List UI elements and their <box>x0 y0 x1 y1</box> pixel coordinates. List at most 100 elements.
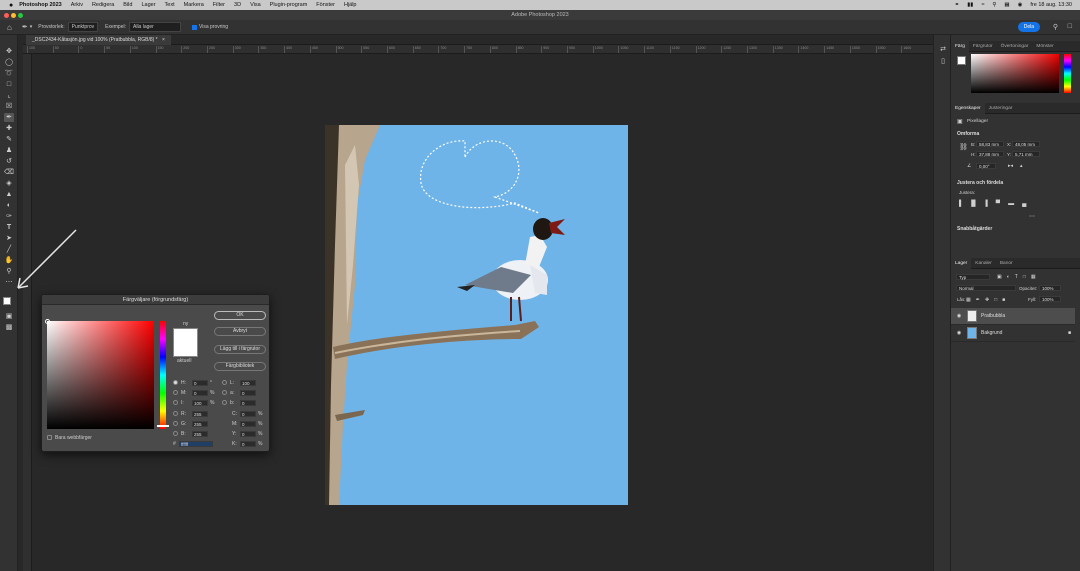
green-input[interactable]: 255 <box>192 421 208 427</box>
cancel-button[interactable]: Avbryt <box>214 327 266 336</box>
hue-input[interactable]: 0 <box>192 380 208 386</box>
tab-properties[interactable]: Egenskaper <box>951 102 985 114</box>
zoom-window-button[interactable] <box>18 13 23 18</box>
layer-name[interactable]: Pratbubbla <box>981 313 1005 319</box>
control-center-icon[interactable]: ▦ <box>1004 2 1009 8</box>
frame-tool-icon[interactable]: ☒ <box>4 102 14 111</box>
menu-3d[interactable]: 3D <box>234 2 241 8</box>
color-field[interactable] <box>45 319 154 429</box>
healing-brush-tool-icon[interactable]: ✚ <box>4 124 14 133</box>
blue-input[interactable]: 255 <box>192 431 208 437</box>
link-icon[interactable]: ⛓ <box>959 143 968 151</box>
lab-b-radio[interactable] <box>222 400 227 405</box>
siri-icon[interactable]: ◉ <box>1018 2 1023 8</box>
lock-artboard-icon[interactable]: □ <box>994 297 997 303</box>
creative-cloud-icon[interactable]: ⚭ <box>955 2 960 8</box>
yellow-input[interactable]: 0 <box>240 431 256 437</box>
history-brush-tool-icon[interactable]: ↺ <box>4 157 14 166</box>
crop-tool-icon[interactable]: ⌞ <box>4 91 14 100</box>
battery-icon[interactable]: ▮▮ <box>967 2 973 8</box>
eyedropper-tool-icon[interactable]: ✒ <box>4 113 14 122</box>
hue-radio[interactable] <box>173 380 178 385</box>
hue-slider[interactable] <box>157 321 169 429</box>
layer-name[interactable]: Bakgrund <box>981 330 1002 336</box>
menu-markera[interactable]: Markera <box>184 2 204 8</box>
blue-radio[interactable] <box>173 431 178 436</box>
clone-stamp-tool-icon[interactable]: ♟ <box>4 146 14 155</box>
align-center-h-icon[interactable]: █ <box>971 201 975 207</box>
layer-row-bakgrund[interactable]: ◉ Bakgrund ■ <box>951 325 1075 342</box>
menu-fonster[interactable]: Fönster <box>316 2 335 8</box>
document-tab[interactable]: _DSC2434-Kåtasjön.jpg vid 100% (Pratbubb… <box>26 35 171 45</box>
document-canvas-photo[interactable] <box>325 125 628 505</box>
menu-app-name[interactable]: Photoshop 2023 <box>19 2 61 8</box>
workspace-icon[interactable]: □ <box>1068 23 1072 30</box>
color-field-cursor[interactable] <box>45 319 50 324</box>
saturation-input[interactable]: 0 <box>192 390 208 396</box>
angle-input[interactable]: 0,00° <box>976 163 996 169</box>
opacity-input[interactable]: 100% <box>1039 285 1061 291</box>
horizontal-ruler[interactable]: 100 50 0 50 100 150 200 250 300 350 400 450 500 550 60… <box>23 45 933 54</box>
object-select-tool-icon[interactable]: □ <box>4 80 14 89</box>
tab-gradients[interactable]: Övertoningar <box>997 41 1033 52</box>
home-icon[interactable]: ⌂ <box>7 23 12 32</box>
share-button[interactable]: Dela <box>1017 22 1040 32</box>
sample-layers-select[interactable]: Alla lager <box>129 22 181 32</box>
hex-input[interactable]: ffffff <box>179 441 213 447</box>
add-to-swatches-button[interactable]: Lägg till i färgrutor <box>214 345 266 354</box>
screen-mode-icon[interactable]: ▩ <box>4 323 14 332</box>
y-input[interactable]: 5,71 mm <box>1012 151 1040 157</box>
align-bottom-icon[interactable]: ▄ <box>1022 201 1026 207</box>
tab-paths[interactable]: Banor <box>996 258 1017 269</box>
brush-tool-icon[interactable]: ✎ <box>4 135 14 144</box>
red-radio[interactable] <box>173 411 178 416</box>
apple-icon[interactable]: ● <box>9 2 13 9</box>
lock-position-icon[interactable]: ✥ <box>985 297 989 303</box>
lock-all-icon[interactable]: ■ <box>1002 297 1005 303</box>
quick-actions-title[interactable]: Snabbåtgärder <box>957 226 992 232</box>
menu-arkiv[interactable]: Arkiv <box>71 2 83 8</box>
quick-mask-icon[interactable]: ▣ <box>4 312 14 321</box>
align-top-icon[interactable]: ▀ <box>996 201 1000 207</box>
visibility-eye-icon[interactable]: ◉ <box>954 330 964 336</box>
filter-adjustment-icon[interactable]: ◐ <box>1007 274 1010 280</box>
lab-b-input[interactable]: 0 <box>240 400 256 406</box>
ok-button[interactable]: OK <box>214 311 266 320</box>
menu-bild[interactable]: Bild <box>123 2 132 8</box>
align-right-icon[interactable]: ▐ <box>984 201 988 207</box>
layer-lock-icon[interactable]: ■ <box>1068 330 1071 336</box>
eraser-tool-icon[interactable]: ⌫ <box>4 168 14 177</box>
comments-panel-icon[interactable]: ▯ <box>938 57 948 66</box>
vertical-ruler[interactable] <box>23 54 32 571</box>
lock-transparent-icon[interactable]: ▦ <box>966 297 971 303</box>
filter-shape-icon[interactable]: □ <box>1023 274 1026 280</box>
blend-mode-select[interactable]: Normal <box>956 285 1016 291</box>
lab-a-radio[interactable] <box>222 390 227 395</box>
lab-l-radio[interactable] <box>222 380 227 385</box>
menu-filter[interactable]: Filter <box>213 2 225 8</box>
width-input[interactable]: 58,83 mm <box>976 141 1004 147</box>
menubar-clock[interactable]: fre 18 aug. 13:30 <box>1030 2 1072 8</box>
color-panel-field[interactable] <box>971 54 1059 93</box>
black-input[interactable]: 0 <box>240 441 256 447</box>
show-ring-checkbox[interactable] <box>192 24 197 30</box>
align-section-title[interactable]: Justera och fördela <box>957 180 1003 186</box>
menu-plugin[interactable]: Plugin-program <box>270 2 308 8</box>
hue-slider-handle[interactable] <box>157 425 169 427</box>
blur-tool-icon[interactable]: ▲ <box>4 190 14 199</box>
move-tool-icon[interactable]: ✥ <box>4 47 14 56</box>
brightness-input[interactable]: 100 <box>192 400 208 406</box>
wifi-icon[interactable]: ≈ <box>981 2 984 8</box>
layer-row-pratbubbla[interactable]: ◉ Pratbubbla <box>951 308 1075 325</box>
close-window-button[interactable] <box>4 13 9 18</box>
visibility-eye-icon[interactable]: ◉ <box>954 313 964 319</box>
fill-input[interactable]: 100% <box>1039 296 1061 302</box>
filter-type-icon[interactable]: T <box>1015 274 1018 280</box>
tab-layers[interactable]: Lager <box>951 257 972 269</box>
red-input[interactable]: 255 <box>192 411 208 417</box>
filter-smart-icon[interactable]: ▦ <box>1031 274 1036 280</box>
lasso-tool-icon[interactable]: ➰ <box>4 69 14 78</box>
dodge-tool-icon[interactable]: ◐ <box>4 201 14 210</box>
marquee-tool-icon[interactable]: ◯ <box>4 58 14 67</box>
x-input[interactable]: 48,05 mm <box>1012 141 1040 147</box>
